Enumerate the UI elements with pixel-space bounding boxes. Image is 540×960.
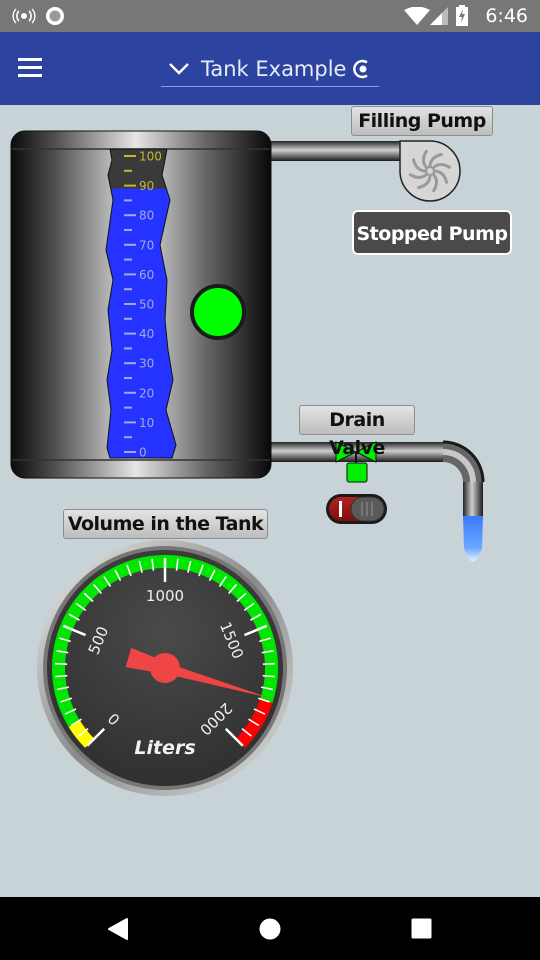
gauge-scale-label: 1000 [146, 587, 184, 605]
fill-pipe [268, 141, 408, 161]
tank-scale-label: 40 [139, 327, 154, 341]
example-selector-dropdown[interactable]: Tank Example [161, 52, 379, 87]
tank-scale-label: 50 [139, 298, 154, 312]
back-triangle-icon[interactable] [107, 917, 129, 941]
page-title: Tank Example [201, 57, 347, 81]
tank-scale-label: 20 [139, 386, 154, 400]
filling-pump[interactable] [399, 140, 461, 202]
gauge-needle-hub [150, 653, 180, 683]
pump-state-button[interactable]: Stopped Pump [352, 210, 512, 255]
filling-pump-label: Filling Pump [351, 106, 493, 136]
tank-scale-label: 10 [139, 416, 154, 430]
navigation-bar [0, 897, 540, 960]
tank-status-indicator [190, 284, 246, 340]
drain-valve-label: Drain Valve [299, 405, 415, 459]
loading-spinner-icon [353, 59, 368, 79]
record-circle-icon [46, 7, 64, 25]
tank-scale-label: 60 [139, 268, 154, 282]
app-bar: Tank Example [0, 32, 540, 105]
tank-scale-label: 70 [139, 238, 154, 252]
water-outflow [463, 516, 483, 562]
gauge-minor-tick [55, 674, 68, 678]
battery-charging-icon [456, 5, 468, 26]
tank-scale-label: 30 [139, 357, 154, 371]
home-circle-icon[interactable] [259, 918, 281, 940]
status-bar: 6:46 [0, 0, 540, 32]
wifi-icon [404, 7, 430, 25]
gauge-title-label: Volume in the Tank [63, 509, 268, 539]
tank-scale-label: 90 [139, 179, 154, 193]
tank-scale-label: 80 [139, 209, 154, 223]
tank-scale-label: 100 [139, 150, 162, 164]
status-time: 6:46 [485, 5, 528, 27]
volume-gauge: 0500100015002000 Liters [37, 540, 293, 796]
recents-square-icon[interactable] [411, 918, 432, 939]
gauge-unit-label: Liters [134, 737, 195, 759]
chevron-down-icon [169, 63, 189, 75]
hamburger-menu-icon[interactable] [18, 58, 44, 78]
drain-valve-toggle-switch[interactable] [326, 494, 387, 524]
tank-scale-label: 0 [139, 446, 147, 460]
radio-broadcast-icon [12, 8, 36, 24]
cell-signal-icon [430, 7, 448, 25]
gauge-minor-tick [262, 674, 275, 678]
